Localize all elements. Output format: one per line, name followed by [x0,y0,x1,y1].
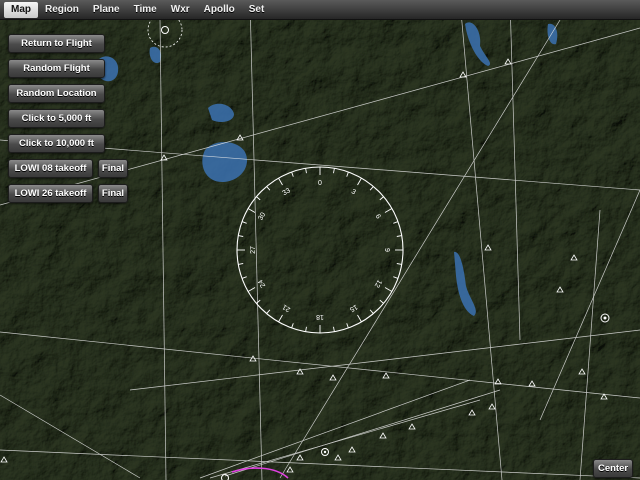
random-flight-button[interactable]: Random Flight [8,59,105,78]
menu-plane[interactable]: Plane [86,0,127,19]
menu-set[interactable]: Set [242,0,272,19]
compass-label: 9 [383,248,390,252]
click-to-10000-button[interactable]: Click to 10,000 ft [8,134,105,153]
compass-label: 18 [316,313,324,320]
menu-apollo[interactable]: Apollo [197,0,242,19]
center-button[interactable]: Center [593,459,633,478]
lowi08-final-button[interactable]: Final [98,159,128,178]
random-location-button[interactable]: Random Location [8,84,105,103]
menu-time[interactable]: Time [127,0,164,19]
lowi26-final-button[interactable]: Final [98,184,128,203]
menu-map[interactable]: Map [4,1,38,18]
compass-label: 0 [318,180,322,187]
lowi26-takeoff-button[interactable]: LOWI 26 takeoff [8,184,93,203]
return-to-flight-button[interactable]: Return to Flight [8,34,105,53]
click-to-5000-button[interactable]: Click to 5,000 ft [8,109,105,128]
compass-label: 27 [250,246,257,254]
menu-bar: Map Region Plane Time Wxr Apollo Set [0,0,640,20]
menu-region[interactable]: Region [38,0,86,19]
lowi08-takeoff-button[interactable]: LOWI 08 takeoff [8,159,93,178]
menu-wxr[interactable]: Wxr [164,0,197,19]
